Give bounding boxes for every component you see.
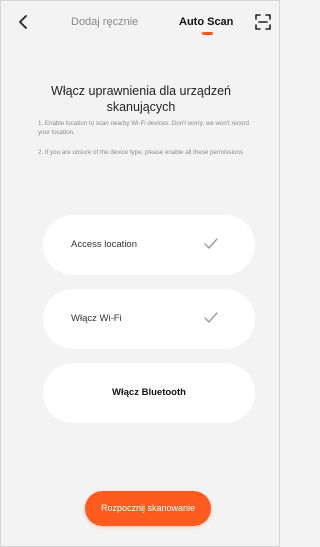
top-bar: Dodaj ręcznie Auto Scan bbox=[1, 1, 279, 45]
app-screen: Dodaj ręcznie Auto Scan Włącz uprawnieni… bbox=[0, 0, 280, 547]
permission-label: Włącz Wi-Fi bbox=[71, 313, 122, 324]
scan-button[interactable] bbox=[254, 13, 272, 31]
permission-enable-bluetooth[interactable]: Włącz Bluetooth bbox=[43, 363, 255, 423]
chevron-left-icon bbox=[19, 15, 27, 29]
check-icon bbox=[203, 311, 219, 325]
page-title: Włącz uprawnienia dla urządzeń skanujący… bbox=[51, 84, 231, 114]
permission-label: Access location bbox=[71, 239, 138, 250]
instruction-location: 1. Enable location to scan nearby Wi-Fi … bbox=[38, 120, 249, 136]
start-scanning-button[interactable]: Rozpocznij skanowanie bbox=[85, 491, 211, 526]
back-button[interactable] bbox=[15, 13, 33, 31]
active-tab-indicator bbox=[202, 32, 213, 35]
permission-enable-wifi[interactable]: Włącz Wi-Fi bbox=[43, 289, 255, 349]
scan-frame-icon bbox=[255, 14, 271, 30]
instruction-permissions: 2. If you are unsure of the device type,… bbox=[38, 149, 243, 156]
tab-auto-scan[interactable]: Auto Scan bbox=[179, 15, 233, 29]
check-icon bbox=[203, 237, 219, 251]
tab-add-manually[interactable]: Dodaj ręcznie bbox=[71, 15, 138, 29]
permission-access-location[interactable]: Access location bbox=[43, 215, 255, 275]
permission-label: Włącz Bluetooth bbox=[112, 387, 186, 398]
